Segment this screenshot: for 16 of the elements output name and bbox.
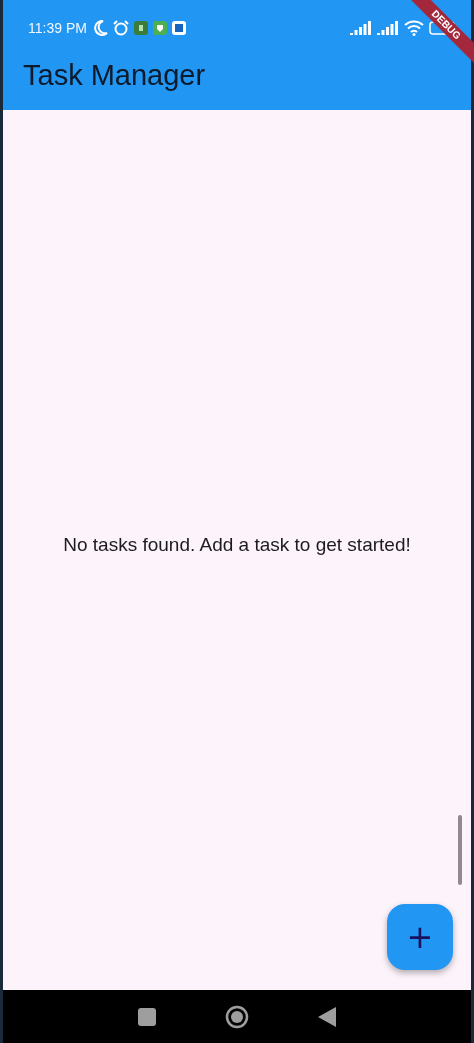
- app-title: Task Manager: [22, 58, 207, 93]
- home-icon[interactable]: [225, 1004, 249, 1029]
- moon-icon: [93, 19, 108, 36]
- scrollbar: [458, 815, 462, 885]
- add-button[interactable]: +: [387, 904, 453, 970]
- signal-icon: [350, 20, 372, 35]
- signal-icon: [377, 20, 399, 35]
- back-icon[interactable]: [318, 1006, 337, 1027]
- empty-message: No tasks found. Add a task to get started!: [63, 534, 411, 556]
- alarm-icon: [112, 19, 129, 36]
- wifi-icon: [404, 19, 424, 36]
- shield-icon: [152, 20, 167, 35]
- status-time: 11:39 PM: [28, 19, 87, 36]
- app-icon: [171, 20, 186, 35]
- square-icon[interactable]: [137, 1007, 156, 1026]
- app-icon: [133, 20, 148, 35]
